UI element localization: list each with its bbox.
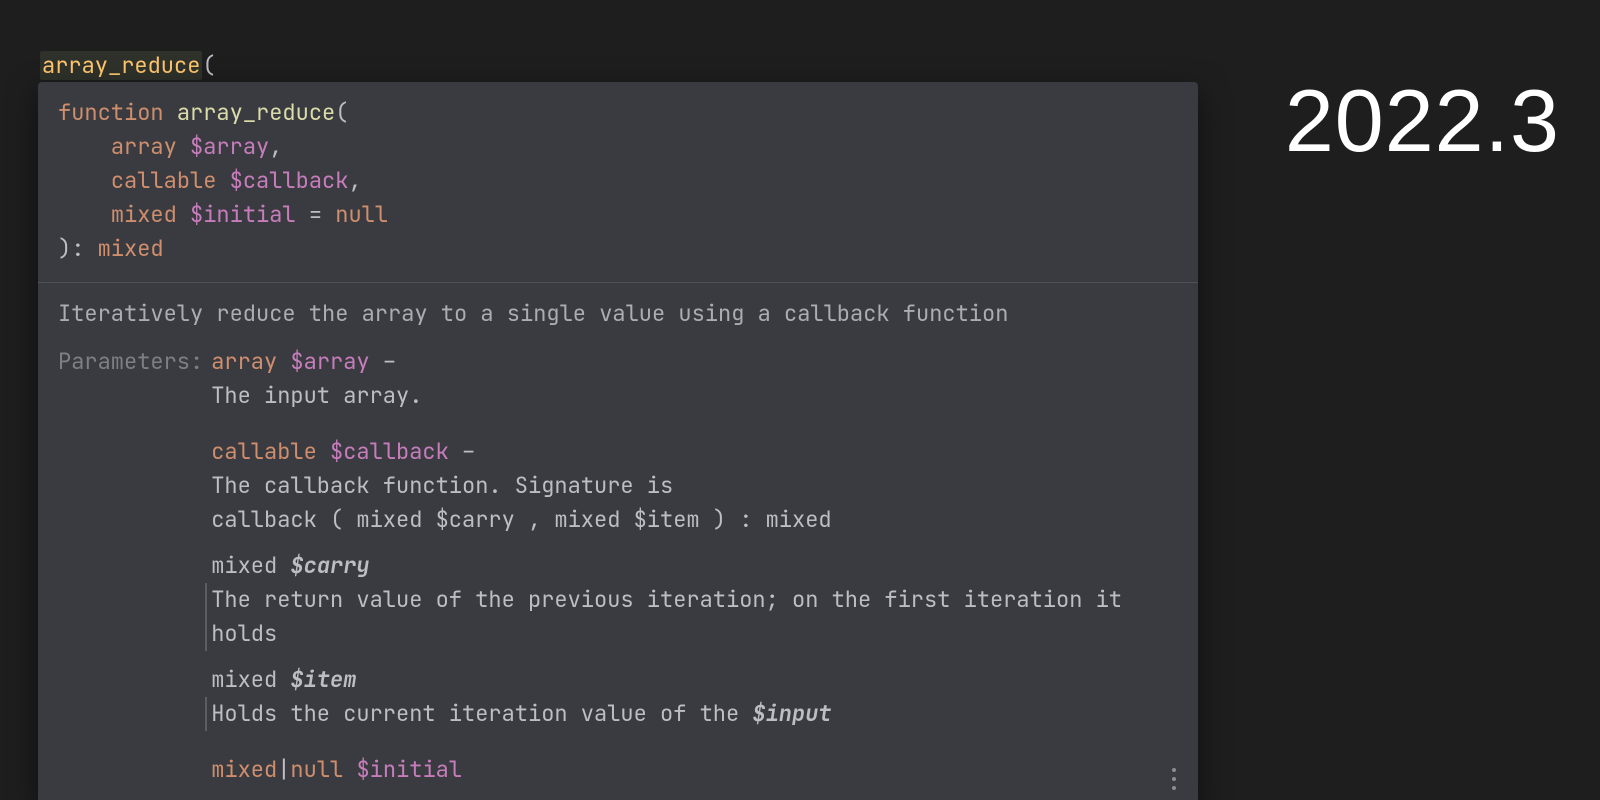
- sig-p1-name: $array: [190, 132, 269, 161]
- param-callback-name: $callback: [330, 437, 449, 466]
- param-callback-desc1: The callback function. Signature is: [211, 469, 1178, 503]
- sig-p3-name: $initial: [190, 200, 296, 229]
- sig-p2-type: callable: [111, 166, 217, 195]
- more-icon[interactable]: [1164, 765, 1184, 793]
- sig-comma1: ,: [269, 132, 282, 161]
- param-item-name: $item: [290, 665, 356, 694]
- code-tooltip-screenshot: 2022.3 array_reduce( function array_redu…: [0, 0, 1600, 800]
- param-initial-type2: null: [290, 755, 343, 784]
- param-array-type: array: [211, 347, 277, 376]
- parameters-section: Parameters: array $array – The input arr…: [58, 345, 1178, 787]
- param-array: array $array – The input array.: [211, 345, 1178, 413]
- sig-comma2: ,: [348, 166, 361, 195]
- sig-p1-type: array: [111, 132, 177, 161]
- param-item-desc-pre: Holds the current iteration value of the: [211, 699, 752, 728]
- parameters-label: Parameters:: [58, 345, 211, 787]
- param-callback: callable $callback – The callback functi…: [211, 435, 1178, 537]
- param-callback-type: callable: [211, 437, 317, 466]
- param-initial: mixed|null $initial: [211, 753, 1178, 787]
- param-initial-name: $initial: [356, 755, 462, 784]
- editor-code-line[interactable]: array_reduce(: [40, 50, 216, 82]
- param-array-dash: –: [370, 347, 396, 376]
- param-carry-desc: The return value of the previous iterati…: [205, 583, 1178, 651]
- sig-close-paren: ): [58, 234, 71, 263]
- signature-block: function array_reduce( array $array, cal…: [38, 82, 1198, 282]
- param-array-name: $array: [290, 347, 369, 376]
- sig-eq: =: [296, 200, 336, 229]
- kw-function: function: [58, 98, 164, 127]
- sig-p3-default: null: [335, 200, 388, 229]
- param-initial-type1: mixed: [211, 755, 277, 784]
- param-callback-desc2: callback ( mixed $carry , mixed $item ) …: [211, 503, 1178, 537]
- param-item-desc-ref: $input: [752, 699, 831, 728]
- param-carry: mixed $carry The return value of the pre…: [211, 549, 1178, 651]
- param-item: mixed $item Holds the current iteration …: [211, 663, 1178, 731]
- sig-p2-name: $callback: [230, 166, 349, 195]
- param-carry-name: $carry: [290, 551, 369, 580]
- sig-open-paren: (: [335, 98, 348, 127]
- param-initial-pipe: |: [277, 755, 290, 784]
- editor-function-name: array_reduce: [42, 51, 200, 80]
- version-badge: 2022.3: [1285, 70, 1560, 172]
- signature-text: function array_reduce( array $array, cal…: [58, 96, 1178, 266]
- sig-ret-colon: :: [71, 234, 97, 263]
- param-array-desc: The input array.: [211, 379, 1178, 413]
- summary-text: Iteratively reduce the array to a single…: [58, 297, 1178, 331]
- sig-function-name: array_reduce: [177, 98, 335, 127]
- sig-ret-type: mixed: [98, 234, 164, 263]
- documentation-popup: function array_reduce( array $array, cal…: [38, 82, 1198, 800]
- parameters-body: array $array – The input array. callable…: [211, 345, 1178, 787]
- description-block: Iteratively reduce the array to a single…: [38, 283, 1198, 800]
- sig-p3-type: mixed: [111, 200, 177, 229]
- param-item-type: mixed: [211, 665, 277, 694]
- param-carry-type: mixed: [211, 551, 277, 580]
- editor-open-paren: (: [202, 51, 215, 80]
- param-callback-dash: –: [449, 437, 475, 466]
